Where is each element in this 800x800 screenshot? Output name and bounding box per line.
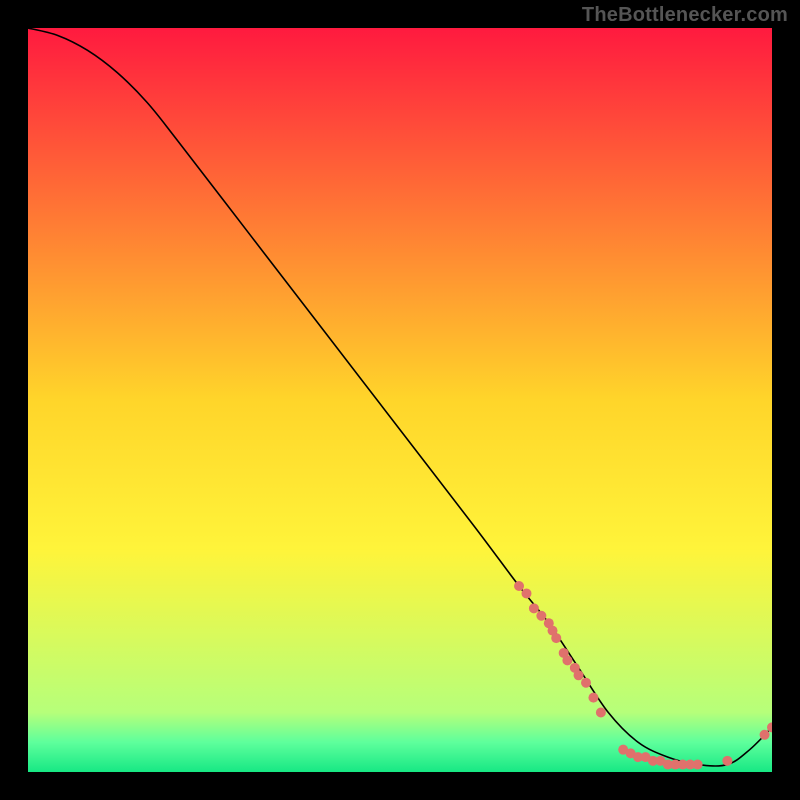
chart-svg <box>28 28 772 772</box>
scatter-point <box>551 633 561 643</box>
scatter-point <box>514 581 524 591</box>
scatter-point <box>536 611 546 621</box>
scatter-point <box>588 693 598 703</box>
scatter-point <box>529 603 539 613</box>
scatter-point <box>596 707 606 717</box>
scatter-point <box>574 670 584 680</box>
scatter-point <box>581 678 591 688</box>
chart-background <box>28 28 772 772</box>
scatter-point <box>722 756 732 766</box>
scatter-point <box>760 730 770 740</box>
scatter-point <box>562 655 572 665</box>
scatter-point <box>693 760 703 770</box>
scatter-point <box>521 588 531 598</box>
chart-stage: TheBottlenecker.com <box>0 0 800 800</box>
plot-area <box>28 28 772 772</box>
watermark-text: TheBottlenecker.com <box>582 4 788 27</box>
